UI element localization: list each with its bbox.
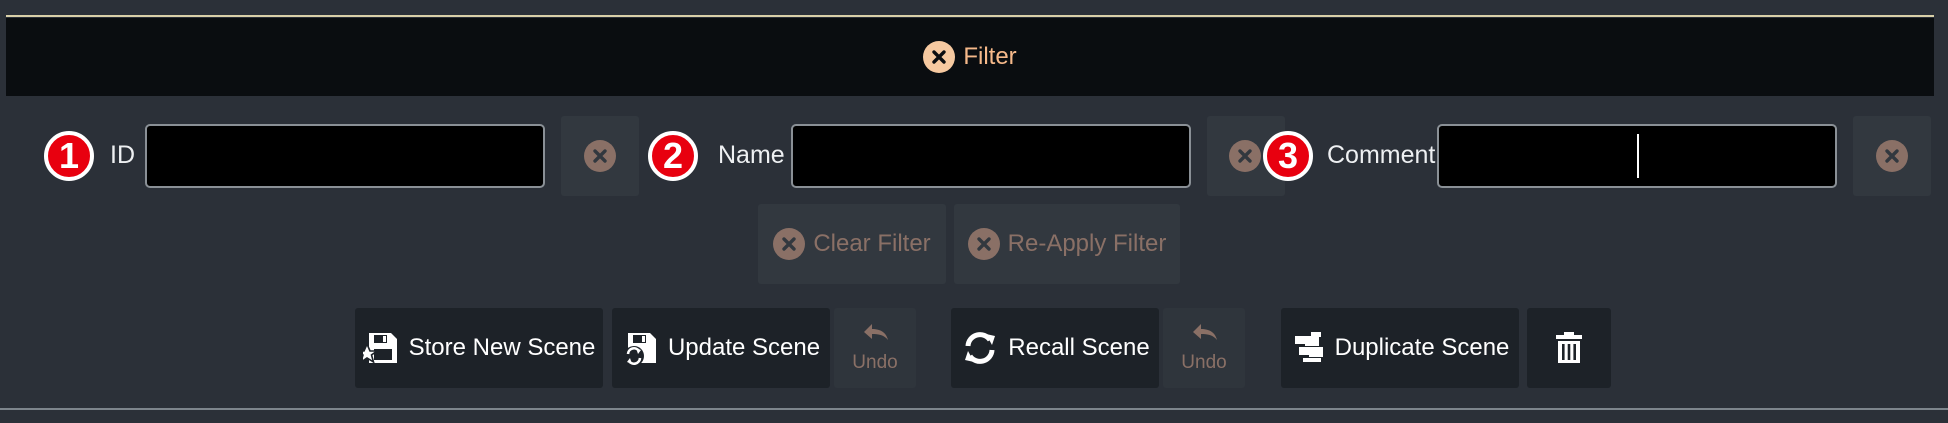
update-undo-label: Undo <box>852 352 898 373</box>
text-caret <box>1637 134 1639 178</box>
annotation-badge-3: 3 <box>1263 131 1313 181</box>
undo-icon <box>1189 322 1219 348</box>
filter-header-bar: Filter <box>6 18 1934 96</box>
filter-toggle[interactable]: Filter <box>923 41 1017 73</box>
close-circle-icon <box>923 41 956 73</box>
recall-scene-button[interactable]: Recall Scene <box>951 308 1159 388</box>
name-filter-input[interactable] <box>791 124 1191 188</box>
close-circle-icon <box>773 228 806 260</box>
name-field-label: Name <box>718 141 785 169</box>
update-scene-button[interactable]: Update Scene <box>612 308 830 388</box>
clear-filter-button[interactable]: Clear Filter <box>758 204 946 284</box>
close-circle-icon <box>967 228 1000 260</box>
recall-scene-label: Recall Scene <box>1008 334 1150 361</box>
close-circle-icon <box>1876 140 1908 172</box>
id-field-label: ID <box>110 141 135 169</box>
annotation-badge-2: 2 <box>648 131 698 181</box>
store-new-scene-label: Store New Scene <box>408 334 596 361</box>
recall-undo-label: Undo <box>1181 352 1227 373</box>
recall-undo-button[interactable]: Undo <box>1163 308 1245 388</box>
comment-field-label: Comment <box>1327 141 1436 169</box>
duplicate-scene-button[interactable]: Duplicate Scene <box>1281 308 1519 388</box>
close-circle-icon <box>584 140 616 172</box>
refresh-icon <box>960 328 1000 368</box>
bottom-divider <box>0 408 1948 410</box>
clear-filter-label: Clear Filter <box>813 230 931 257</box>
close-circle-icon <box>1229 140 1261 172</box>
filter-toggle-label: Filter <box>963 43 1017 70</box>
clear-id-filter-button[interactable] <box>561 116 639 196</box>
duplicate-scene-label: Duplicate Scene <box>1334 334 1510 361</box>
update-scene-label: Update Scene <box>667 334 821 361</box>
id-filter-input[interactable] <box>145 124 545 188</box>
duplicate-icon <box>1291 330 1327 366</box>
clear-comment-filter-button[interactable] <box>1853 116 1931 196</box>
update-undo-button[interactable]: Undo <box>834 308 916 388</box>
top-divider <box>6 15 1934 17</box>
save-sync-icon <box>622 329 660 367</box>
delete-scene-button[interactable] <box>1527 308 1611 388</box>
store-new-scene-button[interactable]: Store New Scene <box>355 308 603 388</box>
save-new-icon <box>362 329 401 367</box>
undo-icon <box>860 322 890 348</box>
reapply-filter-label: Re-Apply Filter <box>1007 230 1167 257</box>
reapply-filter-button[interactable]: Re-Apply Filter <box>954 204 1180 284</box>
trash-icon <box>1554 331 1584 365</box>
annotation-badge-1: 1 <box>44 131 94 181</box>
